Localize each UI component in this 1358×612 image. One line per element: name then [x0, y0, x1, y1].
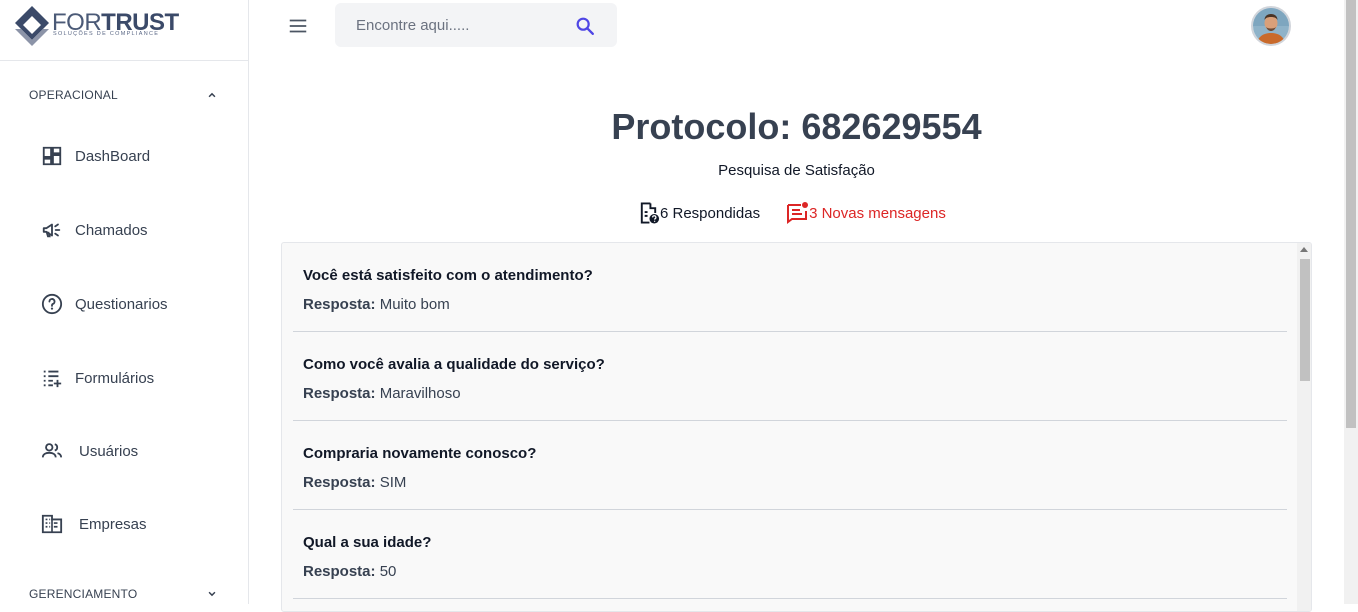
- logo-tagline: SOLUÇÕES DE COMPLIANCE: [53, 31, 160, 37]
- document-answered-icon: [640, 202, 660, 224]
- responded-stat[interactable]: 6 Respondidas: [637, 201, 760, 225]
- avatar-photo: [1253, 8, 1289, 44]
- sidebar-item-usuarios[interactable]: Usuários: [40, 439, 138, 463]
- sidebar: FORTRUST SOLUÇÕES DE COMPLIANCE OPERACIO…: [0, 0, 249, 604]
- panel-scrollbar-thumb[interactable]: [1300, 259, 1310, 381]
- section-gerenciamento-label: GERENCIAMENTO: [29, 587, 138, 601]
- people-icon: [40, 439, 64, 463]
- page-scrollbar-thumb[interactable]: [1346, 0, 1356, 428]
- answer-item: Compraria novamente conosco? Resposta: S…: [293, 421, 1287, 510]
- answer-item: Qual a sua idade? Resposta: 50: [293, 510, 1287, 599]
- new-messages-count: 3 Novas mensagens: [809, 204, 946, 222]
- hamburger-menu-icon: [289, 19, 307, 33]
- section-operacional[interactable]: OPERACIONAL: [29, 85, 219, 105]
- sidebar-item-label: Empresas: [79, 515, 147, 533]
- sidebar-item-chamados[interactable]: Chamados: [40, 218, 148, 242]
- chevron-down-icon: [208, 591, 216, 597]
- question-text: Você está satisfeito com o atendimento?: [303, 267, 593, 284]
- panel-scrollbar[interactable]: [1297, 243, 1311, 611]
- search-input[interactable]: [356, 16, 556, 34]
- section-gerenciamento[interactable]: GERENCIAMENTO: [29, 584, 219, 604]
- sidebar-item-empresas[interactable]: Empresas: [40, 512, 147, 536]
- search-bar: [335, 3, 617, 47]
- user-avatar[interactable]: [1251, 6, 1291, 46]
- logo[interactable]: FORTRUST SOLUÇÕES DE COMPLIANCE: [0, 0, 248, 61]
- question-text: Como você avalia a qualidade do serviço?: [303, 356, 605, 373]
- sidebar-item-label: DashBoard: [75, 147, 151, 165]
- help-circle-icon: [40, 292, 64, 316]
- sidebar-item-label: Usuários: [79, 442, 139, 460]
- page-title: Protocolo: 682629554: [611, 106, 982, 147]
- section-operacional-label: OPERACIONAL: [29, 88, 118, 102]
- playlist-add-icon: [40, 366, 64, 390]
- sidebar-item-dashboard[interactable]: DashBoard: [40, 144, 150, 168]
- page-subtitle: Pesquisa de Satisfação: [718, 162, 875, 179]
- answer-item: Você está satisfeito com o atendimento? …: [293, 243, 1287, 332]
- business-icon: [40, 512, 64, 536]
- page-scrollbar[interactable]: [1344, 0, 1358, 604]
- dashboard-icon: [40, 144, 64, 168]
- answer-text: Resposta: Muito bom: [303, 296, 450, 313]
- answer-item: Como você avalia a qualidade do serviço?…: [293, 332, 1287, 421]
- answers-panel: Você está satisfeito com o atendimento? …: [281, 242, 1312, 612]
- responded-count: 6 Respondidas: [660, 204, 761, 222]
- new-messages-stat[interactable]: 3 Novas mensagens: [785, 201, 946, 225]
- sidebar-item-formularios[interactable]: Formulários: [40, 366, 154, 390]
- sidebar-item-questionarios[interactable]: Questionarios: [40, 292, 168, 316]
- answer-text: Resposta: 50: [303, 563, 397, 580]
- logo-diamond-icon: [15, 6, 49, 46]
- answer-text: Resposta: SIM: [303, 474, 407, 491]
- menu-toggle-button[interactable]: [285, 13, 311, 39]
- chevron-up-icon: [208, 92, 216, 98]
- question-text: Compraria novamente conosco?: [303, 445, 537, 462]
- sidebar-item-label: Formulários: [75, 369, 155, 387]
- question-text: Qual a sua idade?: [303, 534, 432, 551]
- megaphone-icon: [40, 218, 64, 242]
- answer-text: Resposta: Maravilhoso: [303, 385, 461, 402]
- scroll-up-arrow-icon[interactable]: [1300, 247, 1308, 252]
- chat-notification-icon: [787, 202, 809, 224]
- stats-bar: 6 Respondidas 3 Novas mensagens: [637, 200, 946, 226]
- sidebar-item-label: Chamados: [75, 221, 148, 239]
- sidebar-item-label: Questionarios: [75, 295, 168, 313]
- search-icon[interactable]: [574, 15, 596, 37]
